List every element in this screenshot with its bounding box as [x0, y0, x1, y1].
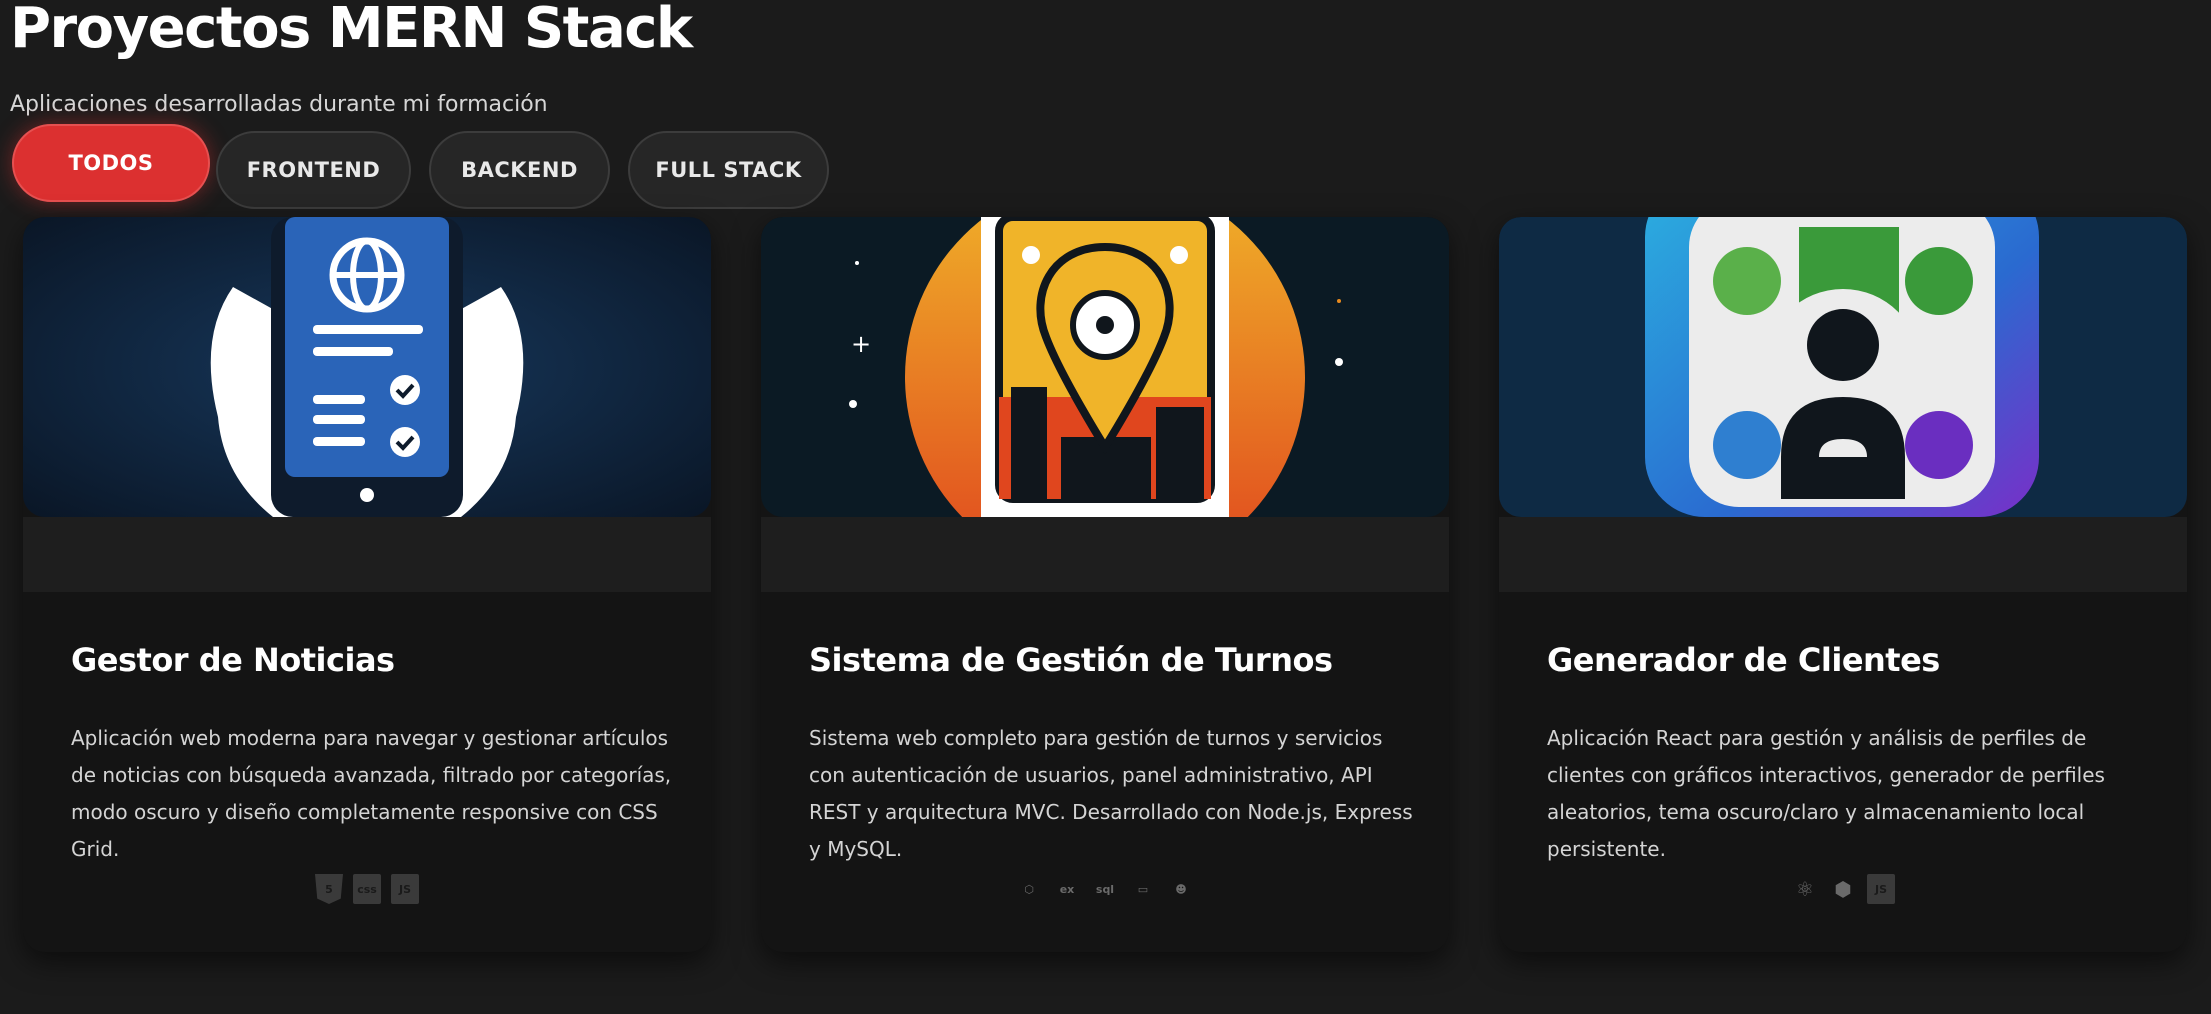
project-image: +: [761, 217, 1449, 517]
css3-icon: css: [353, 874, 381, 904]
filter-todos-button[interactable]: TODOS: [12, 124, 210, 202]
card-spacer: [23, 517, 711, 592]
project-card-gestor-noticias[interactable]: Gestor de Noticias Aplicación web modern…: [23, 217, 711, 952]
card-description: Aplicación web moderna para navegar y ge…: [71, 726, 672, 861]
card-description: Sistema web completo para gestión de tur…: [809, 726, 1413, 861]
tech-stack: ⬡ ex sql ▭ ☻: [761, 872, 1449, 906]
nodejs-icon: ⬡: [1024, 882, 1034, 896]
filter-backend-button[interactable]: BACKEND: [429, 131, 610, 209]
html5-icon: 5: [315, 874, 343, 904]
project-image: [1499, 217, 2187, 517]
project-image: [23, 217, 711, 517]
svg-text:+: +: [851, 330, 871, 358]
javascript-icon: JS: [391, 874, 419, 904]
express-icon: ex: [1059, 882, 1075, 896]
project-card-generador-clientes[interactable]: Generador de Clientes Aplicación React p…: [1499, 217, 2187, 952]
card-title: Gestor de Noticias: [71, 641, 395, 679]
mysql-icon: sql: [1095, 882, 1115, 896]
phone-news-icon: [23, 217, 711, 517]
filter-fullstack-button[interactable]: FULL STACK: [628, 131, 829, 209]
page-subtitle: Aplicaciones desarrolladas durante mi fo…: [10, 92, 548, 117]
map-pin-city-icon: +: [761, 217, 1449, 517]
user-profile-app-icon: [1499, 217, 2187, 517]
javascript-icon: JS: [1867, 874, 1895, 904]
docker-icon: ▭: [1137, 882, 1149, 896]
card-spacer: [1499, 517, 2187, 592]
page-title: Proyectos MERN Stack: [10, 0, 693, 61]
card-spacer: [761, 517, 1449, 592]
tech-stack: ⚛ ⬢ JS: [1499, 872, 2187, 906]
typeorm-icon: ☻: [1175, 882, 1187, 896]
filter-bar: TODOS FRONTEND BACKEND FULL STACK: [12, 124, 912, 210]
project-card-gestion-turnos[interactable]: + Sistema de Gestión de Turnos Sistema w…: [761, 217, 1449, 952]
card-description: Aplicación React para gestión y análisis…: [1547, 726, 2105, 861]
tech-stack: 5 css JS: [23, 872, 711, 906]
card-title: Sistema de Gestión de Turnos: [809, 641, 1333, 679]
card-title: Generador de Clientes: [1547, 641, 1940, 679]
filter-frontend-button[interactable]: FRONTEND: [216, 131, 411, 209]
react-icon: ⚛: [1796, 877, 1814, 901]
package-icon: ⬢: [1834, 877, 1852, 901]
